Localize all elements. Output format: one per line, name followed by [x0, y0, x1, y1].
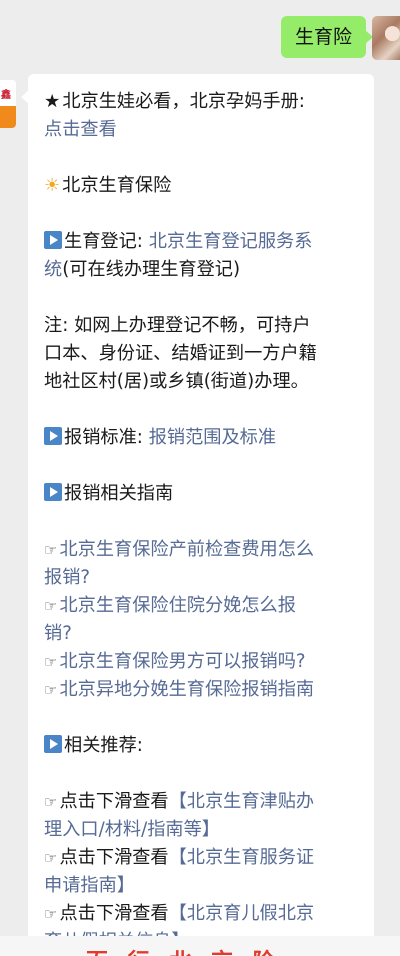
recommend-item-1-cont[interactable]: 理入口/材料/指南等】 — [44, 819, 220, 840]
guide-title: 报销相关指南 — [44, 480, 360, 508]
note-line-1: 注: 如网上办理登记不畅，可持户 — [44, 315, 311, 336]
play-icon — [44, 735, 62, 753]
standard-line: 报销标准: 报销范围及标准 — [44, 424, 360, 452]
pointing-hand-icon: ☞ — [44, 597, 58, 615]
line-intro: ★ 北京生娃必看，北京孕妈手册: — [44, 91, 305, 112]
guide-item-4[interactable]: ☞ 北京异地分娩生育保险报销指南 — [44, 676, 360, 704]
guide-item-1[interactable]: ☞ 北京生育保险产前检查费用怎么 — [44, 536, 360, 564]
note-line-3: 地社区村(居)或乡镇(街道)办理。 — [44, 371, 309, 392]
recommend-title: 相关推荐: — [44, 732, 360, 760]
play-icon — [44, 483, 62, 501]
recommend-item-2-cont[interactable]: 申请指南】 — [44, 875, 135, 896]
guide-item-3[interactable]: ☞ 北京生育保险男方可以报销吗? — [44, 648, 360, 676]
pointing-hand-icon: ☞ — [44, 793, 58, 811]
standard-link[interactable]: 报销范围及标准 — [149, 427, 276, 448]
play-icon — [44, 427, 62, 445]
sender-avatar[interactable]: 鑫 — [0, 80, 16, 128]
next-message-preview[interactable]: 百 行 北 京 险 — [0, 936, 400, 956]
recommend-item-2[interactable]: ☞ 点击下滑查看【北京生育服务证 — [44, 844, 360, 872]
registration-link-part2[interactable]: 统 — [44, 259, 62, 280]
registration-note: (可在线办理生育登记) — [62, 259, 241, 280]
outgoing-text: 生育险 — [294, 26, 352, 48]
pointing-hand-icon: ☞ — [44, 849, 58, 867]
guide-item-1-cont[interactable]: 报销? — [44, 567, 90, 588]
note-line-2: 口本、身份证、结婚证到一方户籍 — [44, 343, 317, 364]
play-icon — [44, 231, 62, 249]
incoming-bubble: ★ 北京生娃必看，北京孕妈手册: 点击查看 ☀ 北京生育保险 生育登记: 北京生育登… — [21, 74, 374, 952]
recommend-item-1[interactable]: ☞ 点击下滑查看【北京生育津贴办 — [44, 788, 360, 816]
banner-text: 百 行 北 京 险 — [86, 944, 281, 956]
outgoing-message-row: 生育险 — [0, 14, 400, 60]
guide-item-2-cont[interactable]: 销? — [44, 623, 72, 644]
pointing-hand-icon: ☞ — [44, 653, 58, 671]
pointing-hand-icon: ☞ — [44, 681, 58, 699]
sender-avatar-mark: 鑫 — [0, 80, 16, 106]
my-avatar[interactable] — [372, 16, 400, 60]
pointing-hand-icon: ☞ — [44, 541, 58, 559]
registration-line: 生育登记: 北京生育登记服务系 — [44, 228, 360, 256]
section-title: ☀ 北京生育保险 — [44, 175, 172, 196]
guide-item-2[interactable]: ☞ 北京生育保险住院分娩怎么报 — [44, 592, 360, 620]
star-icon: ★ — [44, 91, 61, 112]
recommend-item-3[interactable]: ☞ 点击下滑查看【北京育儿假北京 — [44, 900, 360, 928]
pointing-hand-icon: ☞ — [44, 905, 58, 923]
sun-icon: ☀ — [44, 175, 61, 196]
registration-link-part1[interactable]: 北京生育登记服务系 — [149, 231, 313, 252]
outgoing-bubble[interactable]: 生育险 — [280, 16, 374, 58]
manual-link[interactable]: 点击查看 — [44, 119, 117, 140]
